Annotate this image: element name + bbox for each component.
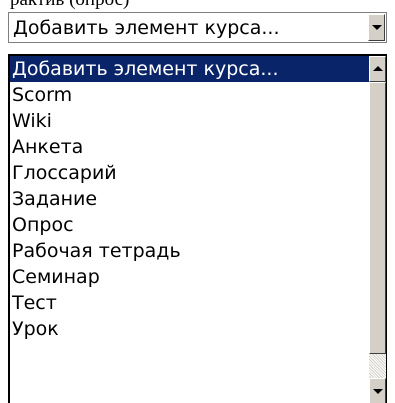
select-dropdown-button[interactable] (368, 14, 385, 41)
dropdown-option-lesson[interactable]: Урок (10, 316, 370, 342)
scroll-up-icon (373, 66, 383, 71)
scroll-up-button[interactable] (369, 56, 386, 82)
dropdown-option-workbook[interactable]: Рабочая тетрадь (10, 238, 370, 264)
select-current-value: Добавить элемент курса... (13, 17, 280, 39)
dropdown-options: Добавить элемент курса... Scorm Wiki Анк… (10, 56, 370, 342)
dropdown-option-workshop[interactable]: Семинар (10, 264, 370, 290)
dropdown-option-scorm[interactable]: Scorm (10, 82, 370, 108)
dropdown-option-add-element[interactable]: Добавить элемент курса... (10, 56, 370, 82)
chevron-down-icon (372, 25, 382, 30)
dropdown-option-wiki[interactable]: Wiki (10, 108, 370, 134)
scroll-track[interactable] (369, 354, 386, 378)
scroll-thumb[interactable] (369, 82, 386, 354)
dropdown-option-assignment[interactable]: Задание (10, 186, 370, 212)
scroll-down-icon (373, 389, 383, 394)
dropdown-list[interactable]: Добавить элемент курса... Scorm Wiki Анк… (8, 54, 387, 403)
dropdown-option-quiz[interactable]: Тест (10, 290, 370, 316)
dropdown-option-poll[interactable]: Опрос (10, 212, 370, 238)
dropdown-option-survey[interactable]: Анкета (10, 134, 370, 160)
dropdown-scrollbar[interactable] (369, 56, 386, 403)
scroll-down-button[interactable] (369, 378, 386, 403)
partial-header-text: рактив (опрос) (0, 0, 395, 12)
dropdown-option-glossary[interactable]: Глоссарий (10, 160, 370, 186)
partial-header-label: рактив (опрос) (10, 0, 129, 11)
add-course-element-select[interactable]: Добавить элемент курса... (8, 12, 387, 43)
